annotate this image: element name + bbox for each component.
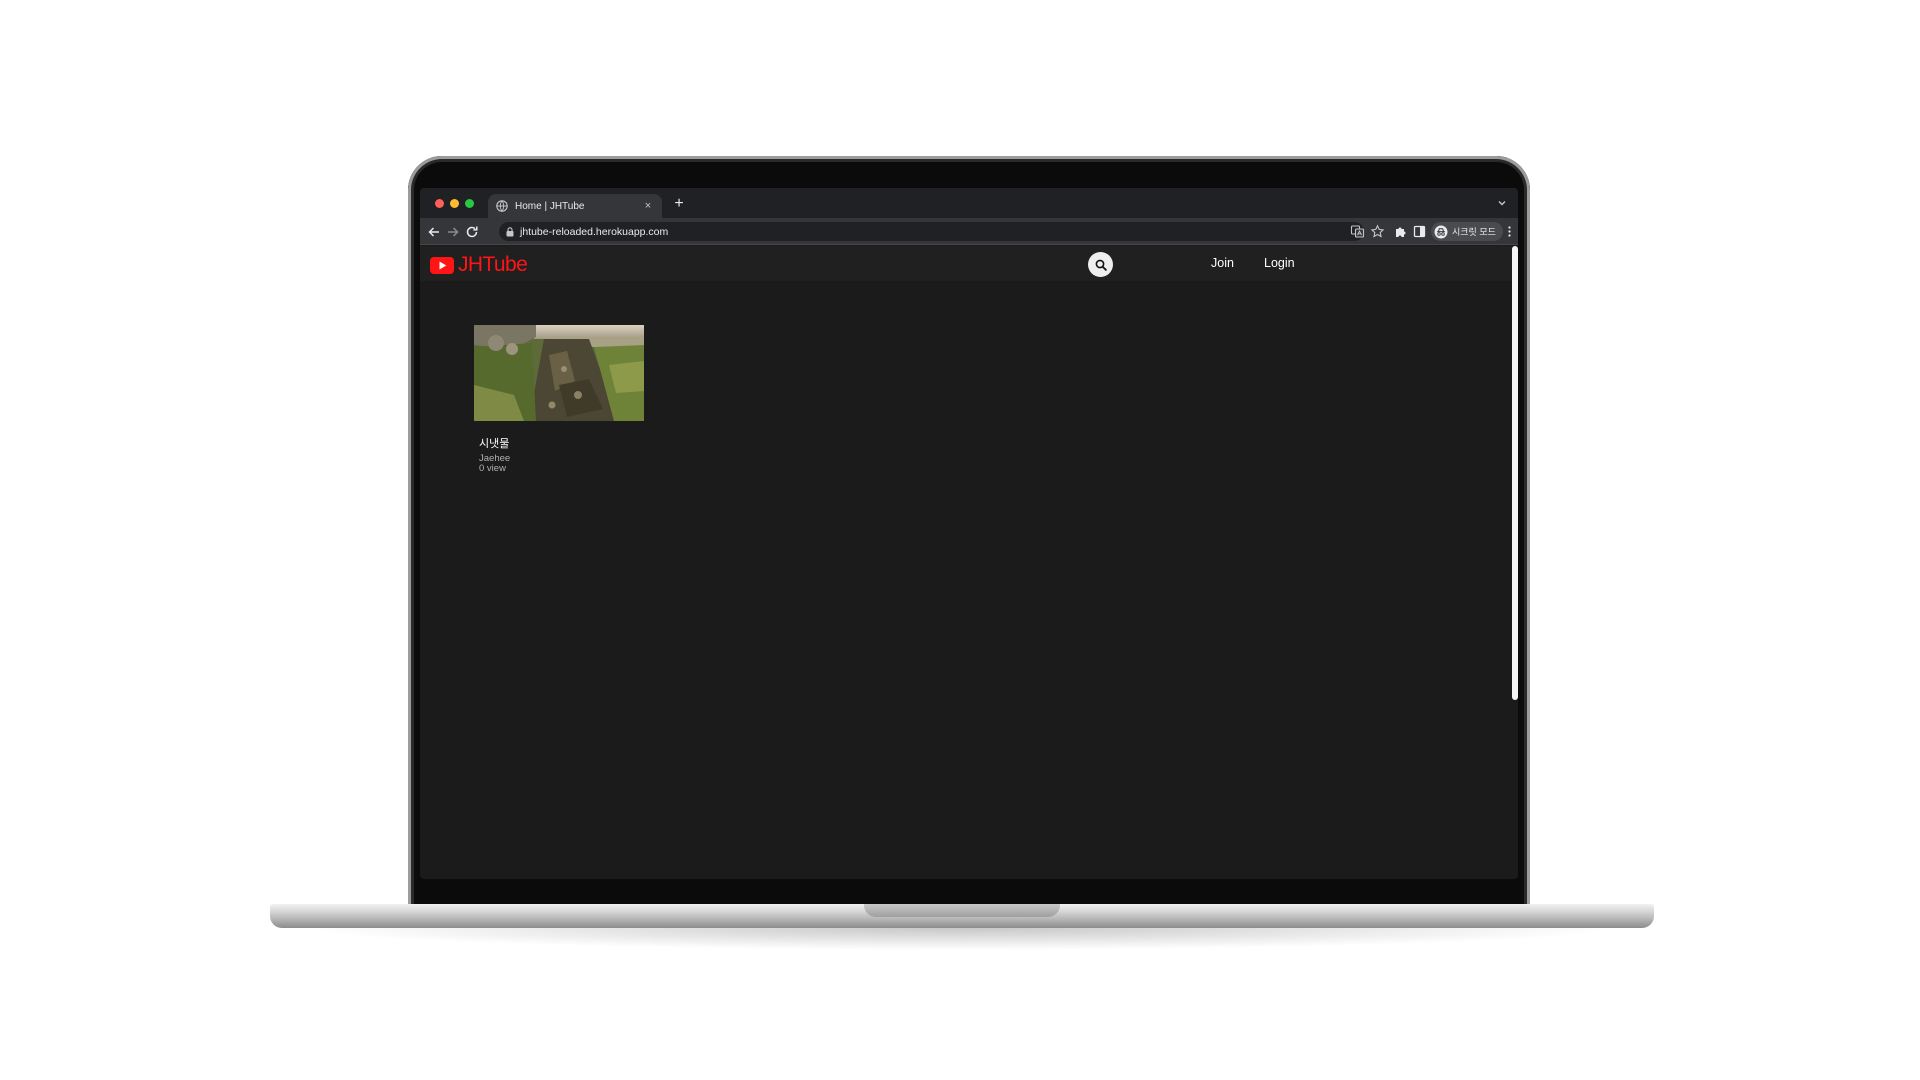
globe-icon — [496, 200, 508, 212]
tab-list-chevron-icon[interactable] — [1496, 197, 1508, 209]
tab-title: Home | JHTube — [515, 200, 585, 212]
login-link[interactable]: Login — [1264, 256, 1295, 270]
tab-home[interactable]: Home | JHTube × — [488, 194, 662, 218]
more-menu-icon[interactable] — [1502, 224, 1517, 239]
lock-icon[interactable] — [506, 226, 514, 237]
video-title[interactable]: 시냇물 — [479, 435, 644, 451]
browser-toolbar: jhtube-reloaded.herokuapp.com 시크릿 모드 — [420, 218, 1518, 245]
back-icon[interactable] — [426, 224, 442, 240]
search-icon — [1095, 259, 1107, 271]
logo-text: JHTube — [458, 253, 528, 276]
reload-icon[interactable] — [464, 224, 480, 240]
url-text: jhtube-reloaded.herokuapp.com — [520, 225, 669, 238]
web-page: JHTube Join Login 시냇물 Jaehee 0 view — [420, 246, 1512, 879]
zoom-window-button[interactable] — [465, 199, 474, 208]
site-header: JHTube Join Login — [420, 246, 1512, 281]
search-button[interactable] — [1088, 252, 1113, 277]
incognito-label: 시크릿 모드 — [1452, 227, 1496, 237]
home-logo-link[interactable]: JHTube — [430, 253, 528, 277]
browser-window: Home | JHTube × + jhtube-reloaded.heroku… — [420, 188, 1518, 879]
minimize-window-button[interactable] — [450, 199, 459, 208]
laptop-shadow — [300, 928, 1620, 950]
incognito-indicator[interactable]: 시크릿 모드 — [1431, 222, 1503, 241]
video-card[interactable]: 시냇물 Jaehee 0 view — [474, 325, 644, 474]
video-thumbnail[interactable] — [474, 325, 644, 421]
tab-close-button[interactable]: × — [642, 200, 654, 212]
youtube-play-icon — [430, 256, 454, 274]
join-link[interactable]: Join — [1211, 256, 1234, 270]
scrollbar-thumb[interactable] — [1512, 246, 1518, 700]
page-scrollbar[interactable] — [1512, 246, 1518, 879]
new-tab-button[interactable]: + — [670, 195, 688, 213]
incognito-icon — [1434, 225, 1448, 238]
side-panel-icon[interactable] — [1412, 224, 1427, 239]
video-views: 0 view — [479, 463, 506, 474]
address-bar[interactable]: jhtube-reloaded.herokuapp.com — [499, 222, 1364, 241]
desktop-stage: Home | JHTube × + jhtube-reloaded.heroku… — [0, 0, 1920, 1080]
forward-icon[interactable] — [445, 224, 461, 240]
bookmark-star-icon[interactable] — [1370, 224, 1385, 239]
window-controls — [435, 199, 474, 208]
tab-bar: Home | JHTube × + — [420, 188, 1518, 218]
extensions-icon[interactable] — [1393, 224, 1408, 239]
laptop-notch — [864, 904, 1060, 917]
translate-icon[interactable] — [1350, 224, 1365, 239]
close-window-button[interactable] — [435, 199, 444, 208]
